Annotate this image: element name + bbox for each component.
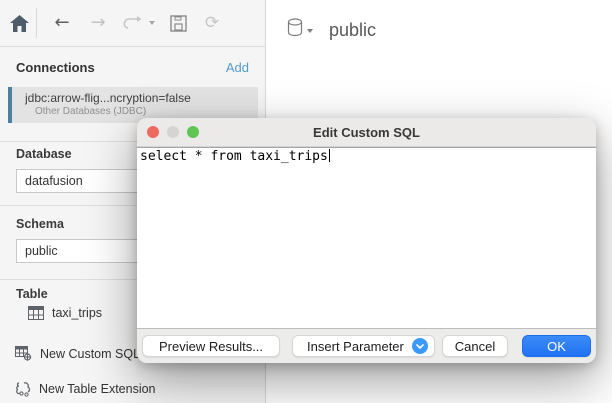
sql-text-editor[interactable]: select * from taxi_trips — [137, 147, 596, 329]
text-cursor — [329, 149, 330, 162]
zoom-icon[interactable] — [187, 126, 199, 138]
ok-button[interactable]: OK — [522, 335, 591, 357]
chevron-down-icon — [412, 338, 428, 354]
table-label: Table — [16, 287, 48, 301]
dialog-titlebar[interactable]: Edit Custom SQL — [137, 118, 596, 147]
canvas-header: public — [287, 18, 376, 42]
custom-sql-icon — [15, 346, 32, 361]
dialog-footer: Preview Results... Insert Parameter Canc… — [137, 329, 596, 363]
table-item-taxi-trips[interactable]: taxi_trips — [28, 306, 102, 320]
database-cylinder-icon[interactable] — [287, 18, 303, 42]
reset-icon — [119, 10, 149, 36]
schema-label: Schema — [16, 217, 64, 231]
database-label: Database — [16, 147, 72, 161]
connections-label: Connections — [16, 60, 95, 75]
preview-results-button[interactable]: Preview Results... — [142, 335, 280, 357]
schema-select-value: public — [25, 244, 58, 258]
canvas-schema-title: public — [329, 20, 376, 41]
connection-subtitle: Other Databases (JDBC) — [25, 106, 254, 117]
edit-custom-sql-dialog: Edit Custom SQL select * from taxi_trips… — [137, 118, 596, 363]
database-select-value: datafusion — [25, 174, 83, 188]
refresh-icon: ⟳ — [199, 10, 225, 36]
new-table-extension-label: New Table Extension — [39, 382, 156, 396]
tableau-data-source-window: ← → ⟳ Connections Add jdbc:arrow-flig...… — [0, 0, 612, 403]
new-custom-sql[interactable]: New Custom SQL — [15, 346, 140, 361]
connections-header: Connections Add — [16, 60, 249, 75]
reset-dropdown-caret-icon[interactable] — [149, 21, 155, 25]
back-icon[interactable]: ← — [49, 10, 75, 36]
toolbar-divider — [36, 8, 37, 38]
forward-icon: → — [85, 10, 111, 36]
toolbar: ← → ⟳ — [0, 0, 265, 47]
minimize-icon — [167, 126, 179, 138]
home-icon[interactable] — [6, 10, 32, 36]
cancel-button[interactable]: Cancel — [442, 335, 508, 357]
table-item-label: taxi_trips — [52, 306, 102, 320]
database-dropdown-caret-icon[interactable] — [307, 29, 313, 33]
save-icon[interactable] — [165, 10, 191, 36]
close-icon[interactable] — [147, 126, 159, 138]
traffic-lights — [147, 126, 199, 138]
table-extension-icon — [15, 381, 31, 397]
connection-title: jdbc:arrow-flig...ncryption=false — [25, 91, 254, 105]
table-grid-icon — [28, 306, 44, 320]
new-custom-sql-label: New Custom SQL — [40, 347, 140, 361]
insert-parameter-button[interactable]: Insert Parameter — [292, 335, 435, 357]
add-connection-link[interactable]: Add — [226, 60, 249, 75]
new-table-extension[interactable]: New Table Extension — [15, 381, 156, 397]
sql-text: select * from taxi_trips — [140, 149, 328, 164]
insert-parameter-label: Insert Parameter — [307, 339, 404, 354]
dialog-title: Edit Custom SQL — [313, 125, 420, 140]
